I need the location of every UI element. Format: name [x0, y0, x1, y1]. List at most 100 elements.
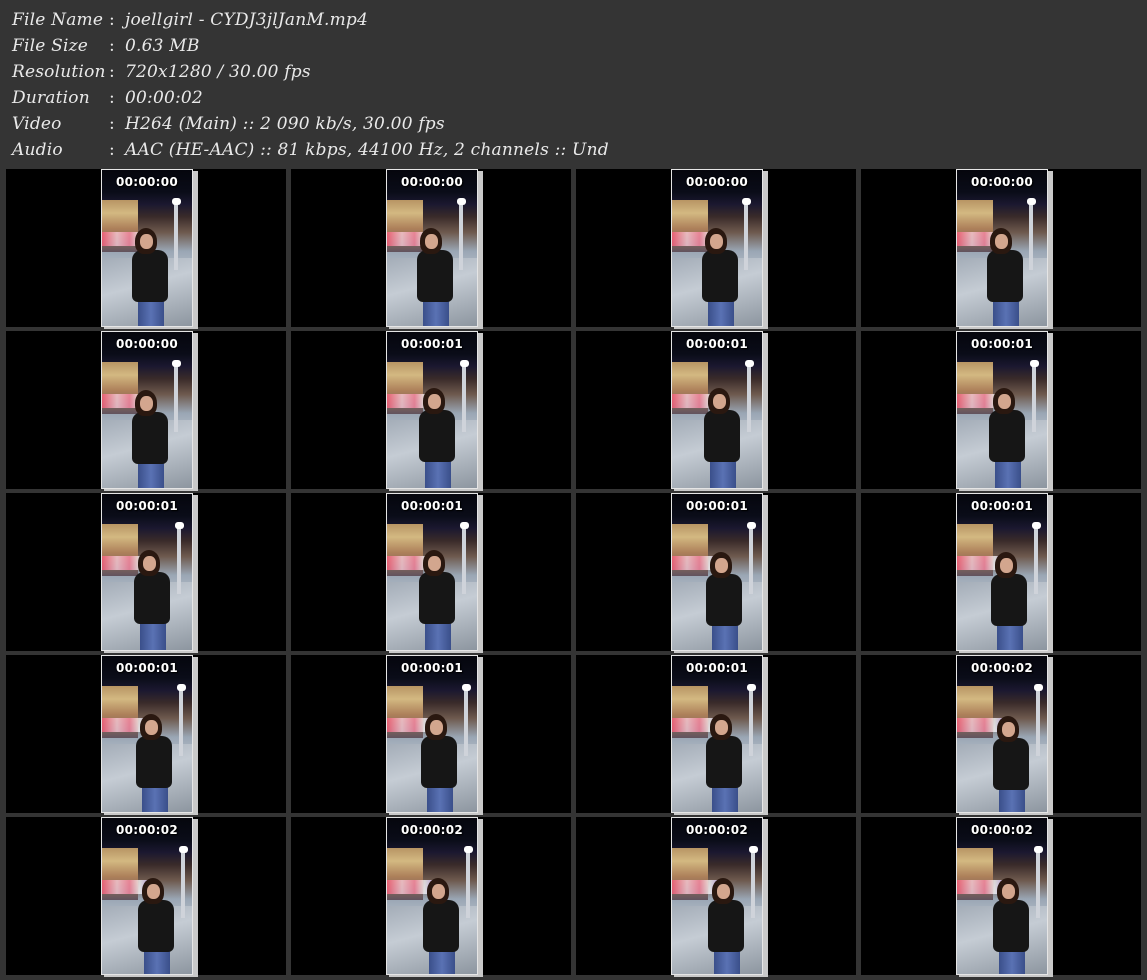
thumbnail-timestamp: 00:00:01 — [115, 499, 179, 513]
thumbnail-frame: 00:00:01 — [101, 655, 193, 813]
person-face — [715, 558, 728, 573]
thumbnail-cell: 00:00:01 — [291, 331, 571, 491]
thumbnail-cell: 00:00:02 — [861, 817, 1141, 977]
person-body — [989, 410, 1025, 462]
thumbnail-frame: 00:00:00 — [671, 169, 763, 327]
person-face — [145, 720, 158, 735]
lamp-post — [1036, 686, 1040, 756]
thumbnail-cell: 00:00:01 — [6, 493, 286, 653]
thumbnail-timestamp: 00:00:01 — [400, 499, 464, 513]
person-face — [713, 394, 726, 409]
person-legs — [423, 298, 449, 326]
person-legs — [999, 786, 1025, 812]
lamp-post — [751, 848, 755, 918]
person-body — [423, 900, 459, 952]
thumbnail-timestamp: 00:00:02 — [970, 661, 1034, 675]
person-legs — [997, 622, 1023, 650]
person-face — [1002, 884, 1015, 899]
person-legs — [425, 620, 451, 650]
person-legs — [995, 458, 1021, 488]
person-face — [995, 234, 1008, 249]
person-body — [993, 738, 1029, 790]
lamp-light — [179, 846, 188, 853]
lamp-light — [464, 846, 473, 853]
thumbnail-cell: 00:00:02 — [291, 817, 571, 977]
person-face — [147, 884, 160, 899]
lamp-post — [462, 524, 466, 594]
lamp-post — [744, 200, 748, 270]
person-legs — [142, 784, 168, 812]
thumbnail-timestamp: 00:00:01 — [685, 661, 749, 675]
thumbnail-cell: 00:00:00 — [6, 331, 286, 491]
person-face — [717, 884, 730, 899]
lamp-post — [181, 848, 185, 918]
thumbnail-timestamp: 00:00:02 — [685, 823, 749, 837]
thumbnail-frame: 00:00:02 — [386, 817, 478, 975]
thumbnail-cell: 00:00:01 — [576, 331, 856, 491]
person-legs — [714, 948, 740, 974]
thumbnail-frame: 00:00:02 — [671, 817, 763, 975]
person-body — [136, 736, 172, 788]
thumbnail-frame: 00:00:01 — [956, 331, 1048, 489]
person-face — [1000, 558, 1013, 573]
person-body — [702, 250, 738, 302]
person-body — [417, 250, 453, 302]
thumbnail-timestamp: 00:00:02 — [400, 823, 464, 837]
lamp-post — [174, 200, 178, 270]
thumbnail-frame: 00:00:01 — [101, 493, 193, 651]
thumbnail-cell: 00:00:02 — [6, 817, 286, 977]
person-face — [998, 394, 1011, 409]
thumbnail-cell: 00:00:01 — [291, 493, 571, 653]
person-body — [421, 736, 457, 788]
person-legs — [425, 458, 451, 488]
person-face — [432, 884, 445, 899]
person-face — [428, 394, 441, 409]
lamp-light — [747, 684, 756, 691]
person-body — [132, 412, 168, 464]
thumbnail-timestamp: 00:00:00 — [400, 175, 464, 189]
lamp-light — [1032, 522, 1041, 529]
person-legs — [427, 784, 453, 812]
lamp-light — [172, 198, 181, 205]
thumbnail-frame: 00:00:01 — [956, 493, 1048, 651]
thumbnail-cell: 00:00:00 — [291, 169, 571, 329]
person-body — [708, 900, 744, 952]
lamp-light — [457, 198, 466, 205]
thumbnail-cell: 00:00:00 — [861, 169, 1141, 329]
person-face — [143, 556, 156, 571]
person-body — [134, 572, 170, 624]
lamp-light — [1034, 846, 1043, 853]
lamp-post — [466, 848, 470, 918]
person-legs — [138, 460, 164, 488]
person-body — [132, 250, 168, 302]
thumbnail-timestamp: 00:00:00 — [685, 175, 749, 189]
thumbnail-frame: 00:00:02 — [101, 817, 193, 975]
lamp-post — [747, 362, 751, 432]
lamp-post — [749, 686, 753, 756]
thumbnail-frame: 00:00:01 — [386, 655, 478, 813]
thumbnail-timestamp: 00:00:01 — [400, 337, 464, 351]
thumbnail-cell: 00:00:01 — [861, 331, 1141, 491]
thumbnail-frame: 00:00:02 — [956, 655, 1048, 813]
person-body — [991, 574, 1027, 626]
lamp-light — [745, 360, 754, 367]
lamp-post — [464, 686, 468, 756]
thumbnail-cell: 00:00:00 — [576, 169, 856, 329]
person-face — [715, 720, 728, 735]
thumbnail-timestamp: 00:00:00 — [970, 175, 1034, 189]
person-legs — [993, 298, 1019, 326]
lamp-light — [460, 360, 469, 367]
person-face — [1002, 722, 1015, 737]
lamp-post — [1036, 848, 1040, 918]
thumbnail-frame: 00:00:01 — [671, 493, 763, 651]
lamp-light — [1034, 684, 1043, 691]
thumbnail-cell: 00:00:01 — [861, 493, 1141, 653]
lamp-light — [1027, 198, 1036, 205]
thumbnail-timestamp: 00:00:02 — [115, 823, 179, 837]
person-body — [993, 900, 1029, 952]
thumbnail-frame: 00:00:01 — [671, 655, 763, 813]
lamp-light — [462, 684, 471, 691]
thumbnail-cell: 00:00:00 — [6, 169, 286, 329]
lamp-post — [1032, 362, 1036, 432]
thumbnail-timestamp: 00:00:00 — [115, 337, 179, 351]
